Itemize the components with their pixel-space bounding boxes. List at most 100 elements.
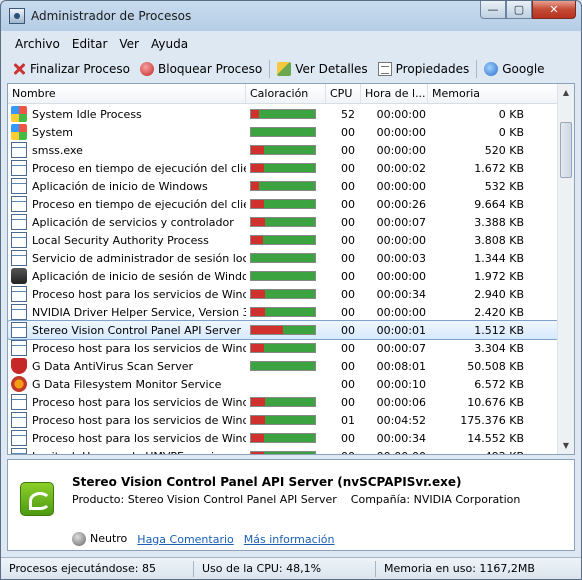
heat-bar-hot [251,110,259,118]
google-button[interactable]: Google [479,59,549,79]
window-app-icon [11,250,27,266]
column-name[interactable]: Nombre [8,84,246,103]
more-info-link[interactable]: Más información [244,533,335,546]
process-name: Aplicación de inicio de Windows [32,179,208,193]
heat-bar-cool [265,218,315,226]
process-name: Proceso host para los servicios de Windo… [32,395,246,409]
process-time: 00:08:01 [376,359,426,373]
process-row[interactable]: Proceso host para los servicios de Windo… [8,411,558,429]
close-button[interactable]: ✕ [532,1,576,19]
process-row[interactable]: Proceso host para los servicios de Windo… [8,429,558,447]
product-label: Producto: [72,493,125,506]
window-app-icon [11,304,27,320]
windows-flag-icon [11,124,27,140]
process-memory: 2.420 KB [474,305,524,319]
process-memory: 532 KB [484,179,524,193]
process-row[interactable]: Aplicación de servicios y controlador 00 0… [8,213,558,231]
column-heat[interactable]: Caloración [246,84,326,103]
process-name-cell: System Idle Process [8,106,246,122]
process-cpu: 00 [341,305,355,319]
heat-bar [250,289,316,299]
process-row[interactable]: Proceso host para los servicios de Windo… [8,393,558,411]
process-memory: 50.508 KB [467,359,524,373]
view-details-button[interactable]: Ver Detalles [272,59,372,79]
gdata-shield-icon [11,358,27,374]
details-icon [277,62,292,76]
menu-archivo[interactable]: Archivo [15,37,60,51]
heat-bar-cool [265,416,315,424]
maximize-button[interactable]: ▢ [506,1,532,19]
process-memory: 3.808 KB [474,233,524,247]
process-cpu: 01 [341,413,355,427]
process-time: 00:00:07 [376,341,426,355]
process-row[interactable]: Proceso host para los servicios de Windo… [8,339,558,357]
process-cpu: 00 [341,341,355,355]
properties-button[interactable]: Propiedades [373,59,475,79]
window-app-icon [11,340,27,356]
heat-bar-cool [283,326,315,334]
column-memory[interactable]: Memoria [428,84,559,103]
heat-cell [246,343,326,353]
process-row[interactable]: G Data Filesystem Monitor Service 00 00:00… [8,375,558,393]
heat-bar [250,451,316,454]
process-row[interactable]: Proceso host para los servicios de Windo… [8,285,558,303]
windows-flag-icon [11,106,27,122]
process-name: Proceso en tiempo de ejecución del clien… [32,161,246,175]
heat-bar [250,217,316,227]
menu-ayuda[interactable]: Ayuda [151,37,188,51]
end-process-button[interactable]: Finalizar Proceso [7,59,135,79]
process-row[interactable]: G Data AntiVirus Scan Server 00 00:08:01 50… [8,357,558,375]
lock-icon [11,268,27,284]
process-row[interactable]: Servicio de administrador de sesión loca… [8,249,558,267]
heat-bar [250,433,316,443]
vertical-scrollbar[interactable]: ▲ ▼ [557,84,574,454]
process-row[interactable]: Aplicación de inicio de sesión de Window… [8,267,558,285]
block-process-button[interactable]: Bloquear Proceso [135,59,267,79]
process-name-cell: G Data Filesystem Monitor Service [8,376,246,392]
process-name: Servicio de administrador de sesión loca… [32,251,246,265]
process-row[interactable]: Aplicación de inicio de Windows 00 00:00:0… [8,177,558,195]
window-app-icon [11,322,27,338]
process-list[interactable]: Nombre Caloración CPU Hora de l... Memor… [7,83,575,455]
heat-cell [246,397,326,407]
minimize-button[interactable]: — [480,1,506,19]
heat-bar [250,307,316,317]
process-row[interactable]: System 00 00:00:00 0 KB [8,123,558,141]
process-row[interactable]: NVIDIA Driver Helper Service, Version 30… [8,303,558,321]
scroll-up-icon[interactable]: ▲ [558,84,574,101]
heat-bar [250,145,316,155]
heat-bar-cool [263,434,315,442]
process-name-cell: smss.exe [8,142,246,158]
menu-ver[interactable]: Ver [119,37,139,51]
scroll-thumb[interactable] [560,122,572,178]
rating-neutral: Neutro [72,532,127,546]
heat-bar-hot [251,182,259,190]
heat-bar [250,253,316,263]
process-row[interactable]: Proceso en tiempo de ejecución del clien… [8,195,558,213]
column-time[interactable]: Hora de l... [361,84,428,103]
window-app-icon [11,232,27,248]
process-name: Proceso host para los servicios de Windo… [32,341,246,355]
column-cpu[interactable]: CPU [326,84,361,103]
company-value: NVIDIA Corporation [413,493,521,506]
process-name-cell: System [8,124,246,140]
process-row[interactable]: System Idle Process 52 00:00:00 0 KB [8,105,558,123]
comment-link[interactable]: Haga Comentario [137,533,233,546]
process-memory: 3.304 KB [474,341,524,355]
process-memory: 1.672 KB [474,161,524,175]
process-row[interactable]: Stereo Vision Control Panel API Server 00… [8,320,559,340]
process-row[interactable]: Logitech User-mode UMVPE service 0000:00:… [8,447,558,455]
scroll-down-icon[interactable]: ▼ [558,437,574,454]
process-memory: 3.388 KB [474,215,524,229]
process-row[interactable]: Proceso en tiempo de ejecución del clien… [8,159,558,177]
menu-editar[interactable]: Editar [72,37,108,51]
process-row[interactable]: smss.exe 00 00:00:00 520 KB [8,141,558,159]
process-row[interactable]: Local Security Authority Process 00 00:00:… [8,231,558,249]
process-time: 00:04:52 [376,413,426,427]
title-bar[interactable]: Administrador de Procesos — ▢ ✕ [1,1,581,31]
window-app-icon [11,394,27,410]
heat-bar [250,415,316,425]
process-cpu: 00 [326,450,361,455]
process-cpu: 00 [341,359,355,373]
process-time: 00:00:00 [376,107,426,121]
